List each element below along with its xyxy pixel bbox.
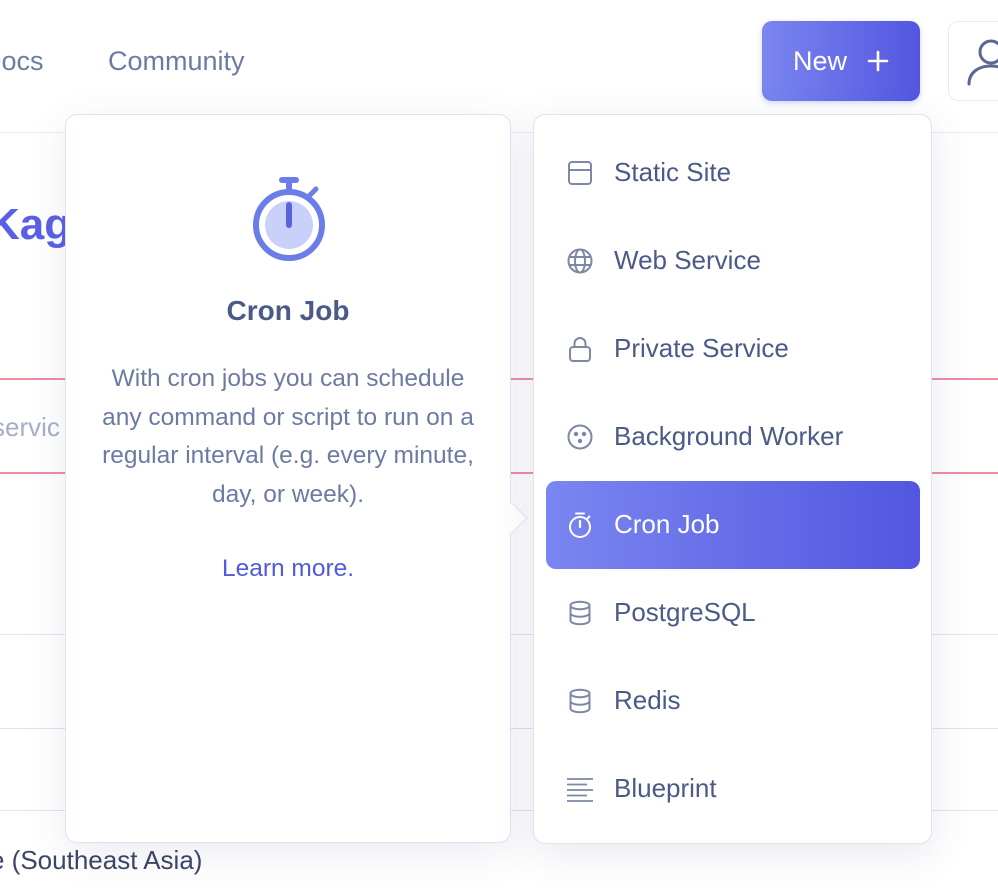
menu-item-redis[interactable]: Redis (546, 657, 920, 745)
nav-docs-link[interactable]: Docs (0, 44, 44, 78)
user-menu-button[interactable] (948, 21, 998, 101)
menu-item-postgresql[interactable]: PostgreSQL (546, 569, 920, 657)
menu-item-static-site[interactable]: Static Site (546, 129, 920, 217)
info-panel-description: With cron jobs you can schedule any comm… (102, 365, 474, 508)
blueprint-lines-icon (567, 778, 593, 802)
menu-item-label: Blueprint (614, 773, 717, 803)
database-icon (569, 688, 591, 714)
new-button[interactable]: New (762, 21, 920, 101)
region-label: e (Southeast Asia) (0, 845, 203, 875)
menu-item-label: Redis (614, 685, 681, 715)
lock-icon (569, 337, 591, 362)
background-worker-icon (567, 424, 593, 450)
learn-more-link[interactable]: Learn more. (66, 555, 510, 583)
menu-item-label: Cron Job (614, 509, 720, 539)
plus-icon (867, 44, 889, 78)
menu-item-web-service[interactable]: Web Service (546, 217, 920, 305)
menu-item-label: Web Service (614, 245, 761, 275)
database-icon (569, 600, 591, 626)
static-site-icon (568, 161, 592, 185)
menu-item-label: Static Site (614, 157, 732, 187)
page-heading: Kag (0, 200, 72, 249)
stopwatch-icon (569, 512, 591, 538)
new-button-label: New (792, 45, 847, 76)
menu-item-label: PostgreSQL (614, 597, 756, 627)
stopwatch-icon (250, 175, 328, 266)
menu-item-background-worker[interactable]: Background Worker (546, 393, 920, 481)
user-icon (967, 39, 998, 86)
search-input[interactable]: servic (0, 412, 60, 443)
menu-item-cron-job[interactable]: Cron Job (546, 481, 920, 569)
menu-item-label: Private Service (614, 333, 789, 363)
info-panel-title: Cron Job (226, 295, 350, 326)
service-info-panel: Cron Job With cron jobs you can schedule… (65, 114, 511, 843)
nav-community-link[interactable]: Community (108, 44, 245, 78)
nav-docs-label: Docs (0, 46, 44, 76)
menu-item-private-service[interactable]: Private Service (546, 305, 920, 393)
menu-item-label: Background Worker (614, 421, 844, 451)
menu-item-blueprint[interactable]: Blueprint (546, 745, 920, 833)
new-service-menu: Static Site Web Service Private Service … (533, 114, 932, 844)
globe-icon (567, 248, 593, 274)
